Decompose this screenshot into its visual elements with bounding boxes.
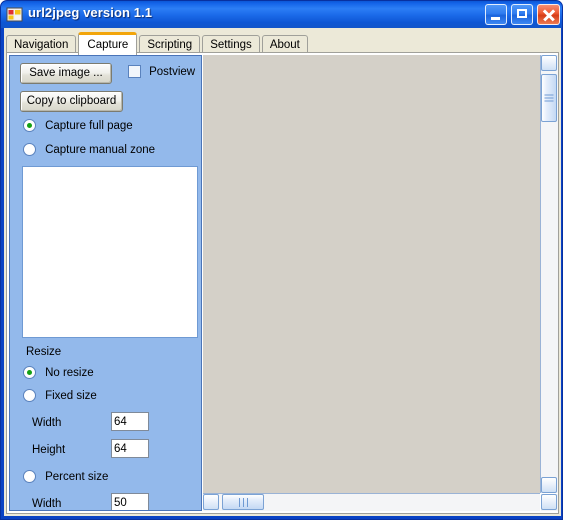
radio-percent-size[interactable]: Percent size [23,470,108,486]
resize-group-label: Resize [26,346,62,358]
window-title: url2jpeg version 1.1 [28,5,153,20]
client-area: Navigation Capture Scripting Settings Ab… [4,28,561,516]
scroll-left-button[interactable] [203,494,219,510]
radio-no-resize[interactable]: No resize [23,366,94,382]
horizontal-scroll-thumb[interactable] [222,494,264,510]
fixed-width-input[interactable] [111,412,149,431]
scroll-down-icon [546,483,552,489]
radio-no-resize-label: No resize [45,366,94,379]
manual-zone-preview-box[interactable] [22,166,198,338]
save-image-button[interactable]: Save image ... [20,63,112,84]
copy-to-clipboard-button[interactable]: Copy to clipboard [20,91,123,112]
application-window: url2jpeg version 1.1 Navigation Capture … [0,0,563,520]
scroll-right-button[interactable] [541,494,557,510]
radio-no-resize-indicator[interactable] [23,366,36,379]
preview-area [203,55,558,511]
capture-tab-page: Save image ... Copy to clipboard Postvie… [6,52,559,514]
postview-checkbox-row[interactable]: Postview [128,65,195,81]
radio-fixed-size-label: Fixed size [45,389,97,402]
radio-capture-manual-zone[interactable]: Capture manual zone [23,143,155,159]
scroll-left-icon [207,499,213,505]
capture-viewport[interactable] [203,55,540,493]
minimize-button[interactable] [484,4,507,25]
app-icon [6,6,23,23]
fixed-height-label: Height [32,444,66,456]
capture-options-panel: Save image ... Copy to clipboard Postvie… [9,55,202,511]
percent-width-label: Width [32,498,62,510]
radio-percent-size-indicator[interactable] [23,470,36,483]
radio-capture-full-page-label: Capture full page [45,119,133,132]
radio-capture-full-page[interactable]: Capture full page [23,119,133,135]
postview-label: Postview [149,65,196,78]
radio-capture-manual-zone-indicator[interactable] [23,143,36,156]
scroll-up-button[interactable] [541,55,557,71]
scroll-thumb-grip [544,93,554,104]
scroll-right-icon [547,499,553,505]
fixed-height-input[interactable] [111,439,149,458]
percent-width-input[interactable] [111,493,149,510]
scroll-up-icon [546,59,552,65]
radio-fixed-size[interactable]: Fixed size [23,389,97,405]
scroll-thumb-grip-h [237,496,249,508]
fixed-width-label: Width [32,417,62,429]
tab-strip: Navigation Capture Scripting Settings Ab… [6,32,308,55]
close-icon [538,5,559,24]
title-bar: url2jpeg version 1.1 [1,1,562,28]
maximize-icon [512,5,532,24]
postview-checkbox[interactable] [128,65,141,78]
minimize-icon [486,5,506,24]
vertical-scrollbar[interactable] [540,55,558,493]
window-controls [484,4,560,25]
radio-fixed-size-indicator[interactable] [23,389,36,402]
radio-capture-full-page-indicator[interactable] [23,119,36,132]
radio-percent-size-label: Percent size [45,470,109,483]
tab-capture[interactable]: Capture [78,32,138,55]
radio-capture-manual-zone-label: Capture manual zone [45,143,156,156]
scrollbar-corner [541,494,558,511]
maximize-button[interactable] [510,4,533,25]
horizontal-scrollbar[interactable] [203,493,540,511]
vertical-scroll-thumb[interactable] [541,74,557,122]
scroll-down-button[interactable] [541,477,557,493]
close-button[interactable] [537,4,560,25]
